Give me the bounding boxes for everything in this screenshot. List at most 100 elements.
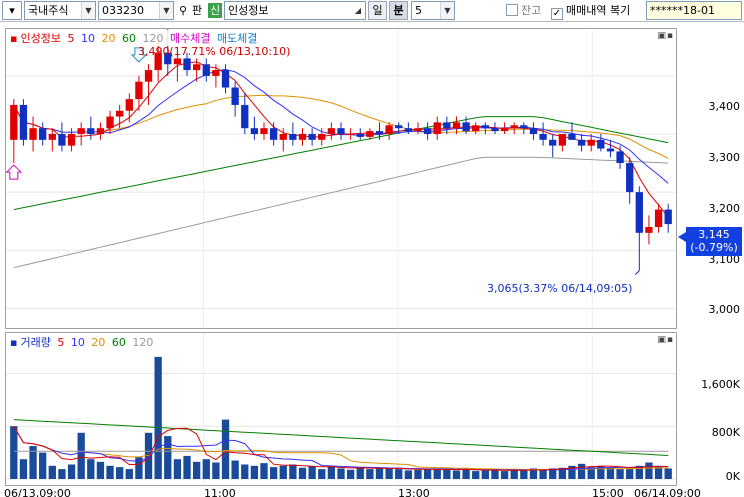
volume-bar [318, 469, 326, 479]
candle-body [423, 128, 432, 134]
candle-body [327, 128, 336, 134]
interval-value: 5 [415, 4, 422, 17]
volume-bar [472, 471, 480, 479]
candle-body [385, 125, 393, 134]
candle-body [67, 134, 76, 146]
volume-bar [452, 470, 461, 479]
volume-bar [260, 463, 268, 479]
volume-bar [626, 468, 634, 479]
volume-bar [520, 470, 528, 479]
candle-body [183, 58, 191, 71]
legend-ma10: 10 [70, 336, 85, 349]
legend-ma20: 20 [101, 32, 116, 45]
volume-chart-svg [6, 333, 676, 485]
volume-bar [77, 432, 85, 479]
volume-bar [125, 469, 133, 479]
checkbox-icon[interactable] [506, 4, 518, 16]
volume-bar [87, 459, 95, 479]
menu-icon[interactable]: ▾ [2, 1, 22, 20]
volume-bar [404, 470, 413, 479]
x-tick-label: 06/13,09:00 [4, 487, 71, 497]
volume-ma60-line [13, 419, 669, 456]
candle-body [366, 131, 374, 137]
candle-body [337, 128, 345, 134]
volume-bar [645, 462, 653, 479]
candle-body [568, 134, 576, 140]
candle-body [356, 134, 364, 137]
minute-period-button[interactable]: 분 [389, 1, 408, 20]
panel-window-buttons[interactable]: ▣▪ [657, 31, 674, 41]
search-icon[interactable]: ⚲ [176, 1, 190, 20]
volume-bar [385, 468, 393, 479]
legend-ma5: 5 [57, 336, 65, 349]
volume-bar [337, 468, 345, 479]
volume-bar [289, 464, 297, 479]
price-legend: ▪ 인성정보 5 10 20 60 120 매수체결 매도체결 [10, 30, 261, 46]
volume-bar [606, 467, 615, 479]
candle-body [626, 163, 634, 193]
candle-body [269, 128, 278, 140]
legend-ma5: 5 [67, 32, 75, 45]
volume-ma10-line [13, 425, 669, 471]
volume-bar [250, 465, 259, 479]
chevron-down-icon[interactable]: ◢ [351, 2, 365, 19]
pan-button[interactable]: 판 [192, 1, 202, 20]
legend-ma20: 20 [91, 336, 106, 349]
x-tick-label: 13:00 [398, 487, 430, 497]
chevron-down-icon[interactable]: ▼ [440, 2, 454, 19]
candle-body [39, 128, 47, 140]
volume-bar [241, 464, 249, 479]
candle-body [202, 64, 210, 76]
volume-bar [414, 469, 422, 479]
volume-bar [443, 469, 451, 479]
volume-bar [539, 469, 547, 479]
volume-bar [269, 467, 278, 479]
chevron-down-icon[interactable]: ▼ [81, 2, 95, 19]
market-select[interactable]: 국내주식 ▼ [24, 1, 96, 20]
volume-bar [491, 470, 499, 479]
candle-body [125, 99, 133, 111]
balance-checkbox[interactable]: 잔고 [506, 1, 541, 20]
chevron-down-icon[interactable]: ▼ [159, 2, 173, 19]
trade-history-checkbox[interactable]: ✓ 매매내역 복기 [551, 1, 630, 20]
volume-bar [67, 464, 76, 479]
volume-bar [192, 461, 201, 479]
day-period-button[interactable]: 일 [368, 1, 387, 20]
stock-code-input[interactable]: 033230 ▼ [98, 1, 174, 20]
volume-bar [164, 436, 172, 479]
panel-window-buttons[interactable]: ▣▪ [657, 335, 674, 345]
candle-body [433, 122, 441, 134]
legend-buy: 매수체결 [169, 32, 211, 45]
volume-legend: ▪ 거래량 5 10 20 60 120 [10, 334, 157, 350]
stock-name-field[interactable]: 인성정보 ◢ [224, 1, 366, 20]
account-field[interactable]: ******18-01 [646, 1, 742, 20]
volume-bar [346, 469, 355, 479]
checkmark-icon[interactable]: ✓ [551, 8, 563, 20]
candle-body [116, 110, 124, 117]
candle-body [241, 104, 249, 129]
x-tick-label: 15:00 [592, 487, 624, 497]
candle-body [664, 209, 672, 225]
interval-select[interactable]: 5 ▼ [411, 1, 455, 20]
candle-body [510, 125, 518, 129]
new-badge: 신 [208, 3, 223, 18]
candle-body [48, 134, 56, 140]
candle-body [635, 192, 643, 233]
volume-bar [462, 469, 470, 479]
volume-bar [577, 463, 586, 479]
balance-label: 잔고 [521, 4, 542, 17]
volume-bar [173, 459, 182, 479]
candle-body [19, 104, 28, 140]
volume-bar [231, 460, 239, 479]
candle-body [520, 125, 528, 129]
candle-body [289, 134, 297, 140]
candle-body [472, 125, 480, 132]
volume-bar [202, 459, 210, 479]
candle-body [10, 104, 18, 140]
legend-sell: 매도체결 [216, 32, 258, 45]
high-annotation: 3,490(17.71% 06/13,10:10) [138, 45, 291, 58]
candle-body [539, 134, 547, 140]
candle-body [96, 128, 105, 134]
volume-chart-panel[interactable]: ▪ 거래량 5 10 20 60 120 ▣▪ [5, 332, 677, 486]
legend-ma10: 10 [80, 32, 95, 45]
